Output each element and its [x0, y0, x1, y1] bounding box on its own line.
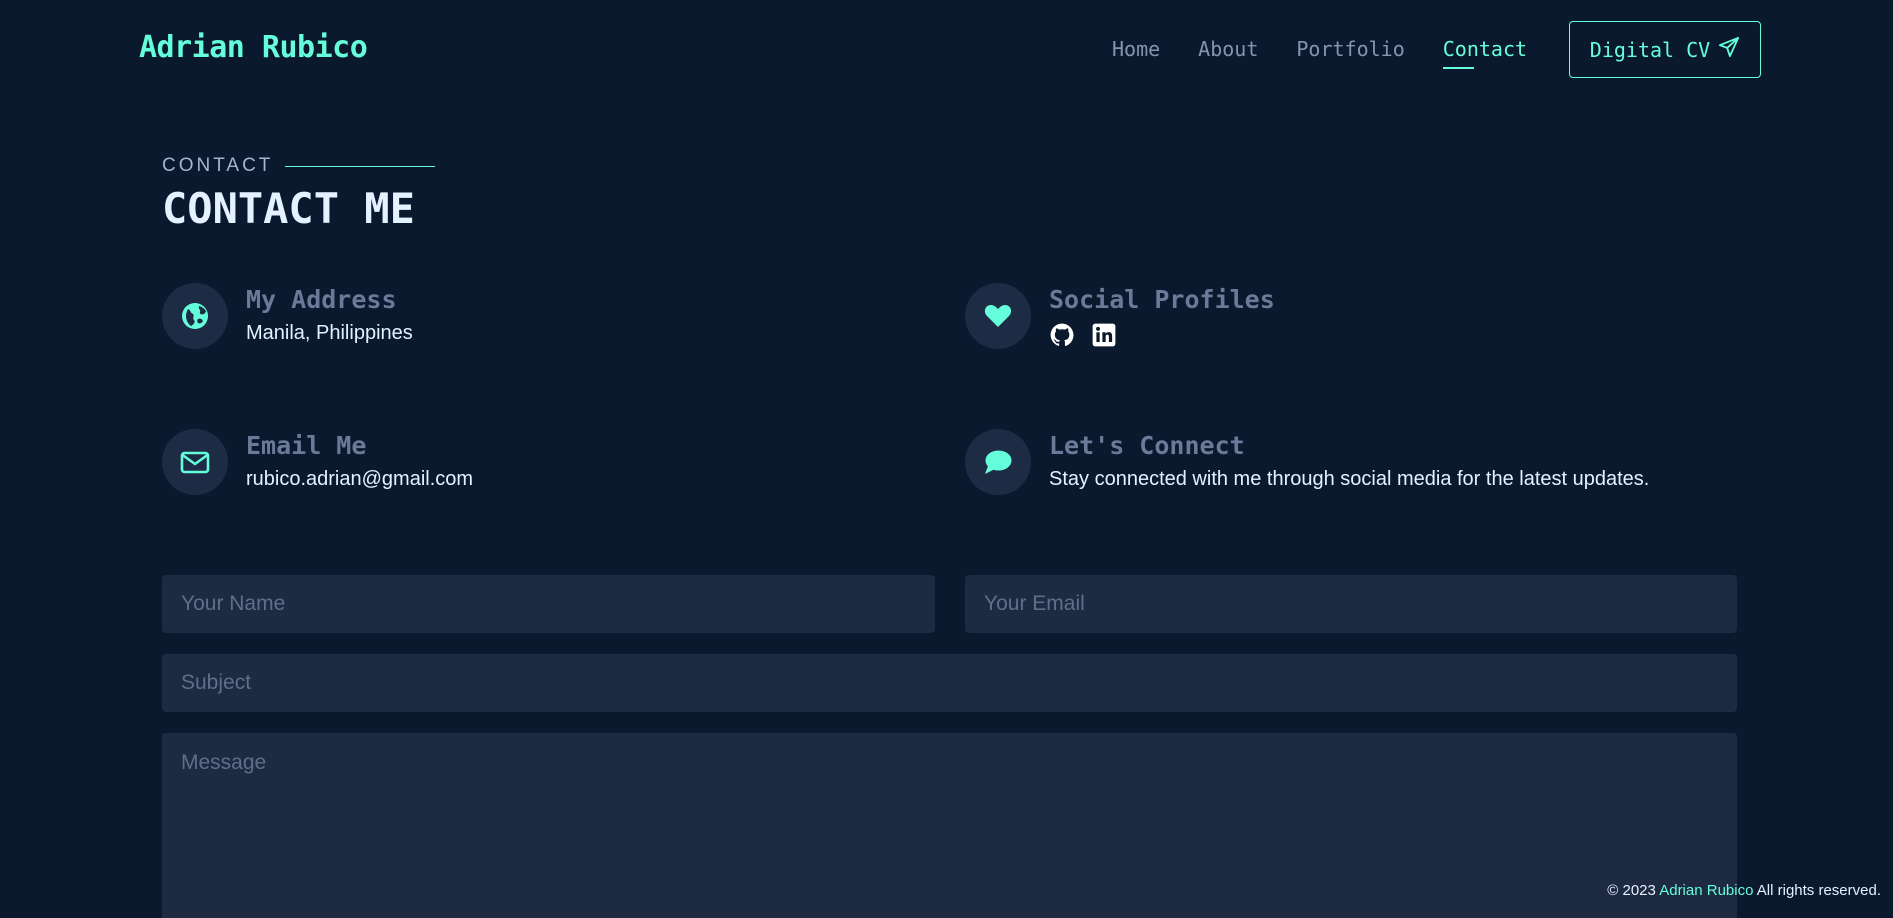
- copyright-suffix: All rights reserved.: [1756, 882, 1881, 899]
- digital-cv-label: Digital CV: [1589, 37, 1711, 62]
- section-kicker: CONTACT: [162, 155, 436, 177]
- connect-block: Let's Connect Stay connected with me thr…: [965, 429, 1649, 495]
- nav-about[interactable]: About: [1198, 37, 1258, 61]
- digital-cv-button[interactable]: Digital CV: [1569, 21, 1761, 78]
- brand-logo[interactable]: Adrian Rubico: [139, 30, 368, 65]
- globe-icon: [162, 283, 228, 349]
- copyright-prefix: © 2023: [1607, 882, 1656, 899]
- social-label: Social Profiles: [1049, 285, 1275, 314]
- email-value[interactable]: rubico.adrian@gmail.com: [246, 468, 473, 491]
- connect-label: Let's Connect: [1049, 431, 1245, 460]
- main-nav: Home About Portfolio Contact: [1112, 37, 1527, 69]
- nav-contact[interactable]: Contact: [1442, 37, 1527, 69]
- subject-input[interactable]: [162, 654, 1737, 712]
- message-textarea[interactable]: [162, 733, 1737, 918]
- nav-home[interactable]: Home: [1112, 37, 1160, 61]
- email-label: Email Me: [246, 431, 367, 460]
- envelope-icon: [162, 429, 228, 495]
- email-input[interactable]: [965, 575, 1737, 633]
- address-block: My Address Manila, Philippines: [162, 283, 413, 349]
- address-label: My Address: [246, 285, 397, 314]
- site-header: Adrian Rubico Home About Portfolio Conta…: [0, 0, 1893, 100]
- nav-portfolio[interactable]: Portfolio: [1296, 37, 1404, 61]
- heart-icon: [965, 283, 1031, 349]
- paper-plane-icon: [1718, 36, 1740, 63]
- social-block: Social Profiles: [965, 283, 1275, 349]
- social-links: [1049, 322, 1275, 348]
- page-title: CONTACT ME: [162, 184, 415, 233]
- name-input[interactable]: [162, 575, 935, 633]
- kicker-label: CONTACT: [162, 155, 274, 176]
- email-block: Email Me rubico.adrian@gmail.com: [162, 429, 473, 495]
- github-icon[interactable]: [1049, 322, 1075, 348]
- chat-icon: [965, 429, 1031, 495]
- address-value: Manila, Philippines: [246, 322, 413, 344]
- linkedin-icon[interactable]: [1091, 322, 1117, 348]
- connect-value: Stay connected with me through social me…: [1049, 468, 1650, 490]
- copyright-footer: © 2023 Adrian Rubico All rights reserved…: [1607, 882, 1881, 899]
- kicker-divider: [285, 165, 436, 167]
- copyright-name[interactable]: Adrian Rubico: [1659, 882, 1753, 899]
